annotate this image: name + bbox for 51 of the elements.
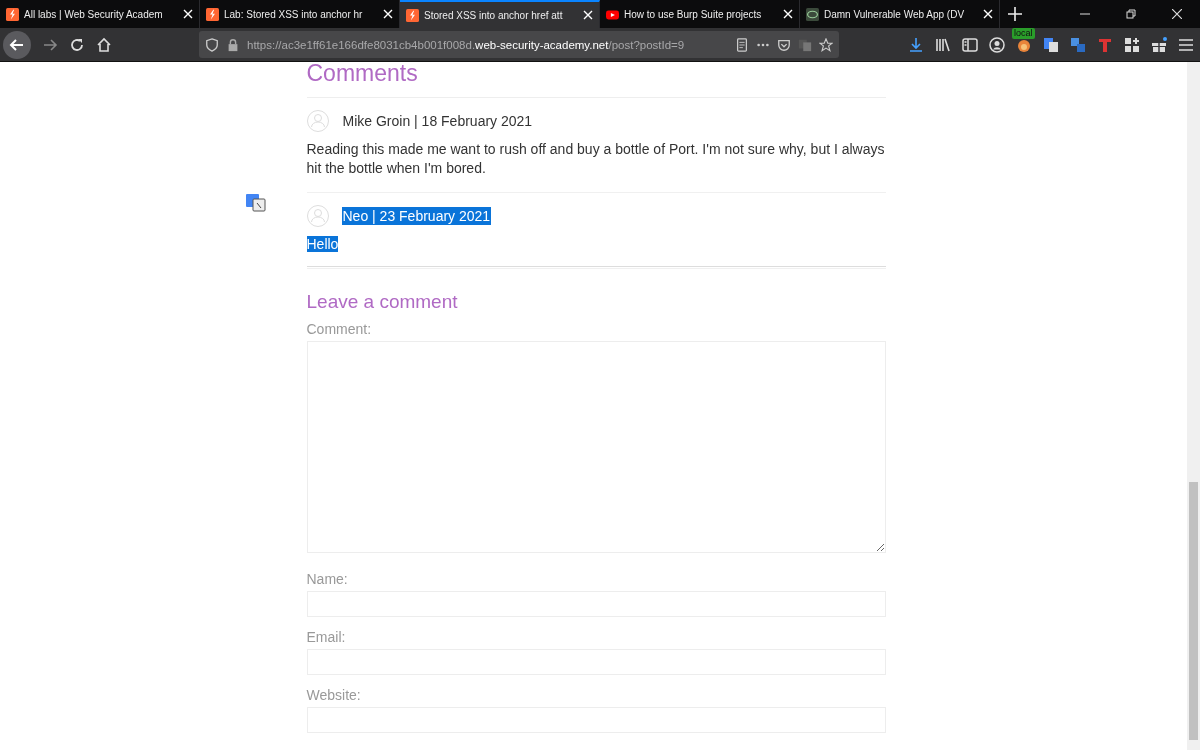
scrollbar-thumb[interactable] [1189, 482, 1198, 740]
comment-text: Hello [306, 236, 339, 252]
gift-icon[interactable] [1151, 36, 1167, 53]
lightning-icon [406, 8, 419, 22]
shield-icon [205, 37, 219, 52]
tab-title: How to use Burp Suite projects [624, 8, 763, 20]
star-icon[interactable] [819, 37, 833, 52]
comment-text: Reading this made me want to rush off and buy a bottle of Port. I'm not sure why, but I always hit the bottle when I'm bored. [306, 141, 885, 176]
t-shape-icon[interactable] [1097, 36, 1113, 53]
account-icon[interactable] [989, 36, 1005, 53]
url-text: https://ac3e1ff61e166dfe8031cb4b001f008d.web-security-academy.net/post?postId=9 [247, 38, 686, 51]
grid-plus-icon[interactable] [1124, 36, 1140, 53]
reader-view-icon[interactable] [735, 37, 749, 52]
form-heading: Leave a comment [306, 291, 459, 314]
lightning-icon [206, 7, 219, 21]
comment-field[interactable] [306, 341, 886, 553]
menu-icon[interactable] [1178, 36, 1194, 53]
tab-title: All labs | Web Security Academ [24, 8, 164, 20]
field-label: Comment: [306, 321, 373, 337]
tab-title: Stored XSS into anchor href att [424, 9, 564, 21]
user-avatar-icon [306, 205, 329, 227]
extension-badge: local [1012, 27, 1035, 39]
forward-arrow-icon[interactable] [42, 36, 58, 53]
sidebar-icon[interactable] [962, 36, 978, 53]
reload-icon[interactable] [69, 36, 85, 53]
padlock-icon [226, 37, 240, 52]
lightning-icon [6, 7, 19, 21]
field-label: Email: [306, 629, 347, 645]
plus-icon[interactable] [1008, 7, 1022, 21]
pocket-icon[interactable] [777, 37, 791, 52]
translate-icon[interactable] [1070, 36, 1086, 53]
restore-icon[interactable] [1126, 9, 1136, 19]
translate-icon[interactable] [1043, 36, 1059, 53]
comment-author: Mike Groin | 18 February 2021 [341, 112, 534, 130]
swirl-icon [806, 7, 819, 21]
translate-icon[interactable] [246, 194, 266, 212]
download-icon[interactable] [908, 36, 924, 53]
library-icon[interactable] [935, 36, 951, 53]
comments-heading: Comments [306, 62, 886, 98]
scrollbar[interactable] [1187, 62, 1200, 750]
field-label: Website: [306, 687, 362, 703]
tab-title: Damn Vulnerable Web App (DV [824, 8, 966, 20]
tab-title: Lab: Stored XSS into anchor hr [224, 8, 364, 20]
field-label: Name: [306, 571, 349, 587]
browser-tab[interactable]: Stored XSS into anchor href att [400, 0, 600, 28]
close-icon[interactable] [1172, 9, 1182, 19]
play-icon [606, 7, 619, 21]
user-avatar-icon [306, 110, 329, 132]
comment-author: Neo | 23 February 2021 [341, 207, 492, 225]
address-bar[interactable]: https://ac3e1ff61e166dfe8031cb4b001f008d.web-security-academy.net/post?postId=9 [199, 31, 839, 58]
home-icon[interactable] [96, 36, 112, 53]
